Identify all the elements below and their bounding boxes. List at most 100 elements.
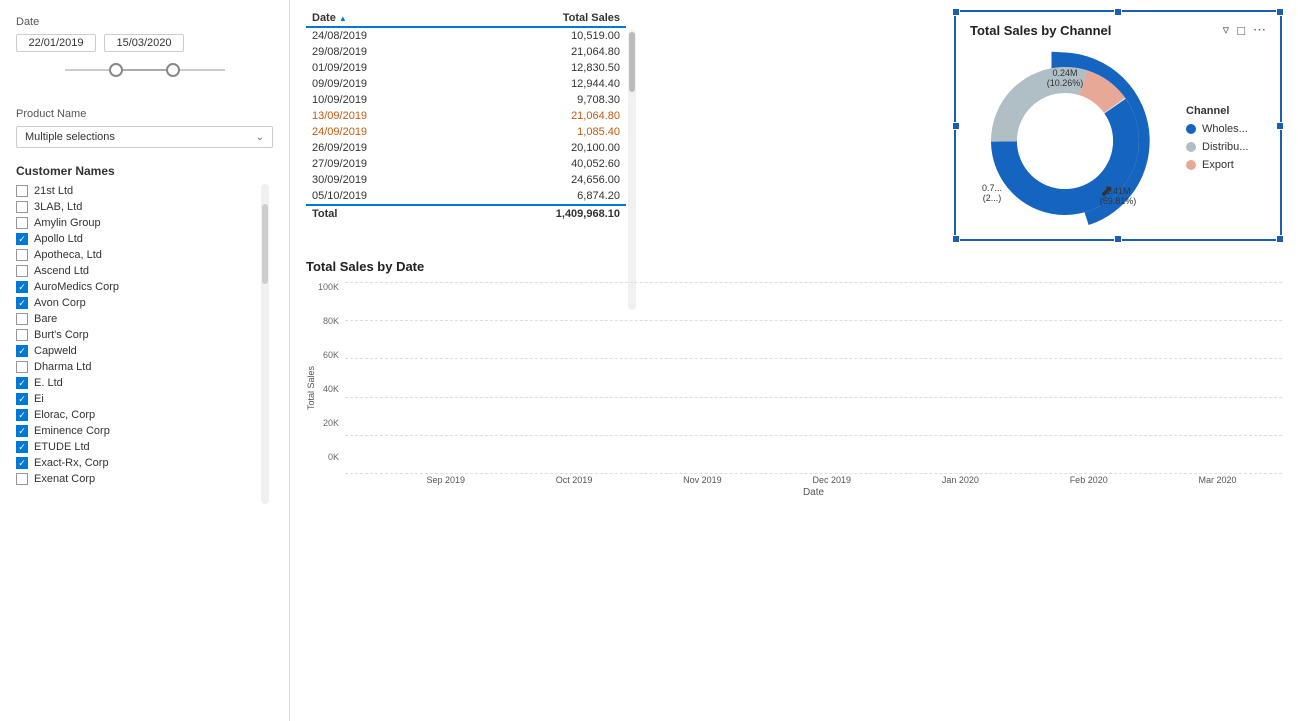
customer-name: Elorac, Corp: [34, 409, 95, 421]
product-filter-label: Product Name: [16, 108, 273, 120]
table-row[interactable]: 13/09/201921,064.80: [306, 108, 626, 124]
customer-checkbox[interactable]: ✓: [16, 425, 28, 437]
customer-name: AuroMedics Corp: [34, 281, 119, 293]
filter-icon[interactable]: ▿: [1223, 22, 1230, 38]
customer-list-wrapper: 21st Ltd 3LAB, Ltd Amylin Group ✓Apollo Ltd…: [16, 184, 273, 486]
list-item[interactable]: ✓Apollo Ltd: [16, 232, 273, 246]
legend-dot-wholesale: [1186, 124, 1196, 134]
sales-table-container: Date ▲ Total Sales 24/08/201910,519.0029…: [306, 10, 626, 241]
resize-handle-tl[interactable]: [952, 8, 960, 16]
slider-thumb-left[interactable]: [109, 63, 123, 77]
table-row[interactable]: 26/09/201920,100.00: [306, 140, 626, 156]
resize-handle-bl[interactable]: [952, 235, 960, 243]
list-item[interactable]: Burt's Corp: [16, 328, 273, 342]
donut-chart-header: Total Sales by Channel ▿ □ ⋯: [970, 22, 1266, 38]
customer-checkbox[interactable]: ✓: [16, 281, 28, 293]
y-axis-label: 40K: [323, 384, 339, 394]
table-scrollbar[interactable]: [628, 30, 636, 310]
table-header-sales[interactable]: Total Sales: [456, 10, 626, 27]
list-item[interactable]: ✓Capweld: [16, 344, 273, 358]
legend-label-export: Export: [1202, 159, 1234, 171]
date-start[interactable]: 22/01/2019: [16, 34, 96, 52]
customer-checkbox[interactable]: ✓: [16, 409, 28, 421]
more-icon[interactable]: ⋯: [1253, 22, 1266, 38]
table-row[interactable]: 24/09/20191,085.40: [306, 124, 626, 140]
resize-handle-tr[interactable]: [1276, 8, 1284, 16]
customer-checkbox[interactable]: [16, 201, 28, 213]
product-dropdown[interactable]: Multiple selections ⌄: [16, 126, 273, 148]
customer-name: Eminence Corp: [34, 425, 110, 437]
list-item[interactable]: ✓Avon Corp: [16, 296, 273, 310]
resize-handle-lm[interactable]: [952, 122, 960, 130]
list-item[interactable]: Apotheca, Ltd: [16, 248, 273, 262]
table-row[interactable]: 29/08/201921,064.80: [306, 44, 626, 60]
list-item[interactable]: ✓ETUDE Ltd: [16, 440, 273, 454]
x-axis-label: Jan 2020: [942, 475, 979, 485]
legend-label-distribute: Distribu...: [1202, 141, 1248, 153]
donut-svg: 0.24M (10.26%) 0.7... (2...) 1.41M (59.8…: [970, 46, 1170, 226]
list-item[interactable]: Amylin Group: [16, 216, 273, 230]
sort-arrow-icon: ▲: [339, 14, 347, 23]
chart-icons: ▿ □ ⋯: [1223, 22, 1266, 38]
customer-checkbox[interactable]: ✓: [16, 393, 28, 405]
table-row[interactable]: 01/09/201912,830.50: [306, 60, 626, 76]
date-filter-section: Date 22/01/2019 15/03/2020: [16, 16, 273, 84]
customer-checkbox[interactable]: [16, 329, 28, 341]
list-item[interactable]: Ascend Ltd: [16, 264, 273, 278]
expand-icon[interactable]: □: [1237, 23, 1245, 38]
customer-name: Apotheca, Ltd: [34, 249, 102, 261]
y-axis-label: 0K: [328, 452, 339, 462]
slider-thumb-right[interactable]: [166, 63, 180, 77]
customer-checkbox[interactable]: [16, 217, 28, 229]
resize-handle-tm[interactable]: [1114, 8, 1122, 16]
list-item[interactable]: ✓Exact-Rx, Corp: [16, 456, 273, 470]
customer-checkbox[interactable]: [16, 185, 28, 197]
customer-checkbox[interactable]: [16, 249, 28, 261]
list-item[interactable]: ✓E. Ltd: [16, 376, 273, 390]
table-row[interactable]: 10/09/20199,708.30: [306, 92, 626, 108]
table-cell-sales: 21,064.80: [456, 44, 626, 60]
table-row[interactable]: 05/10/20196,874.20: [306, 188, 626, 205]
date-slider[interactable]: [16, 56, 273, 84]
customer-checkbox[interactable]: ✓: [16, 457, 28, 469]
table-cell-date: 26/09/2019: [306, 140, 456, 156]
customer-name: Ascend Ltd: [34, 265, 89, 277]
date-end[interactable]: 15/03/2020: [104, 34, 184, 52]
table-row[interactable]: 27/09/201940,052.60: [306, 156, 626, 172]
resize-handle-bm[interactable]: [1114, 235, 1122, 243]
list-item[interactable]: ✓ AuroMedics Corp: [16, 280, 273, 294]
customer-checkbox[interactable]: ✓: [16, 441, 28, 453]
customer-checkbox[interactable]: ✓: [16, 233, 28, 245]
table-row[interactable]: 09/09/201912,944.40: [306, 76, 626, 92]
list-item[interactable]: ✓ Elorac, Corp: [16, 408, 273, 422]
customer-checkbox[interactable]: ✓: [16, 377, 28, 389]
list-item[interactable]: ✓ Eminence Corp: [16, 424, 273, 438]
resize-handle-br[interactable]: [1276, 235, 1284, 243]
table-header-date[interactable]: Date ▲: [306, 10, 456, 27]
customer-checkbox[interactable]: [16, 313, 28, 325]
legend-title: Channel: [1186, 105, 1248, 117]
list-item[interactable]: ✓Ei: [16, 392, 273, 406]
customer-checkbox[interactable]: [16, 361, 28, 373]
table-row[interactable]: 30/09/201924,656.00: [306, 172, 626, 188]
list-item[interactable]: 21st Ltd: [16, 184, 273, 198]
customer-checkbox[interactable]: ✓: [16, 345, 28, 357]
legend-item-wholesale: Wholes...: [1186, 123, 1248, 135]
customer-scrollbar[interactable]: [261, 184, 269, 504]
resize-handle-rm[interactable]: [1276, 122, 1284, 130]
chart-body: [345, 282, 1282, 473]
list-item[interactable]: Exenat Corp: [16, 472, 273, 486]
list-item[interactable]: Dharma Ltd: [16, 360, 273, 374]
list-item[interactable]: 3LAB, Ltd: [16, 200, 273, 214]
list-item[interactable]: Bare: [16, 312, 273, 326]
customer-checkbox[interactable]: [16, 265, 28, 277]
table-total-row: Total 1,409,968.10: [306, 205, 626, 222]
customer-checkbox[interactable]: [16, 473, 28, 485]
table-cell-sales: 9,708.30: [456, 92, 626, 108]
customer-scrollbar-thumb: [262, 204, 268, 284]
customer-name: Exenat Corp: [34, 473, 95, 485]
table-row[interactable]: 24/08/201910,519.00: [306, 27, 626, 44]
table-cell-sales: 10,519.00: [456, 27, 626, 44]
donut-label-dist: 0.7...: [982, 183, 1002, 193]
customer-checkbox[interactable]: ✓: [16, 297, 28, 309]
